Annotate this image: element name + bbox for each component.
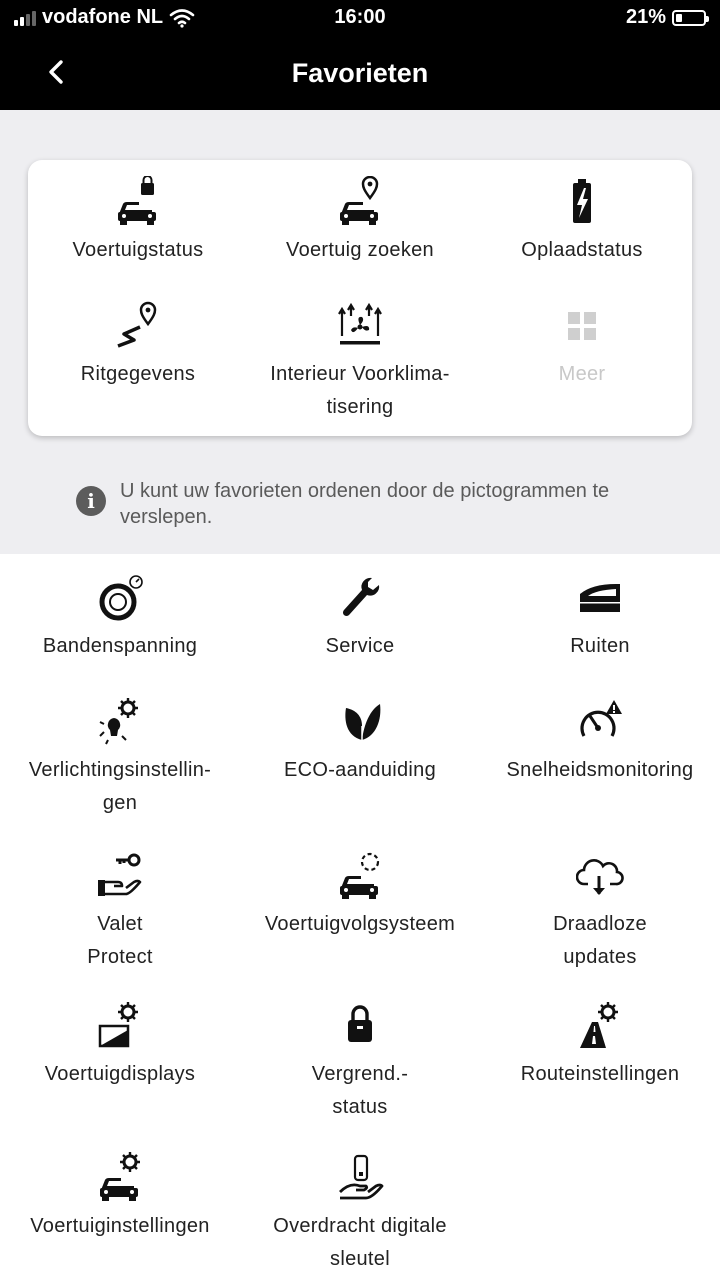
favorite-label: Voertuig zoeken <box>286 239 434 261</box>
tire-pressure-icon <box>99 575 143 621</box>
car-settings-icon <box>100 1152 140 1201</box>
favorite-label: Oplaadstatus <box>521 239 643 261</box>
battery-icon <box>672 9 709 26</box>
function-label: Voertuigdisplays <box>44 1063 196 1085</box>
function-speed-monitoring[interactable]: Snelheidsmonitoring <box>490 696 710 787</box>
function-label: Overdracht digitale sleutel <box>273 1215 447 1270</box>
function-digital-key-transfer[interactable]: Overdracht digitale sleutel <box>250 1152 470 1276</box>
light-settings-icon <box>99 698 138 745</box>
car-lock-icon <box>118 176 156 225</box>
function-label: Snelheidsmonitoring <box>506 759 694 781</box>
clock: 16:00 <box>334 6 386 28</box>
route-pin-icon <box>117 301 157 348</box>
info-text: U kunt uw favorieten ordenen door de pic… <box>120 480 610 528</box>
favorite-trip-data[interactable]: Ritgegevens <box>28 300 248 391</box>
cloud-download-icon <box>576 859 624 895</box>
favorite-label: Voertuigstatus <box>72 239 204 261</box>
hand-key-icon <box>98 853 142 896</box>
favorite-label: Meer <box>558 363 606 385</box>
function-label: Bandenspanning <box>42 635 198 657</box>
favorite-more[interactable]: Meer <box>472 300 692 391</box>
favorites-section: Voertuigstatus Voertuig zoeken Oplaadsta… <box>0 110 720 554</box>
hand-phone-icon <box>339 1154 384 1200</box>
info-icon: i <box>76 486 106 516</box>
battery-charge-icon <box>573 179 591 223</box>
leaf-icon <box>345 704 381 740</box>
function-label: ECO-aanduiding <box>283 759 437 781</box>
favorite-find-vehicle[interactable]: Voertuig zoeken <box>250 176 470 267</box>
function-label: Ruiten <box>570 635 630 657</box>
function-lock-status[interactable]: Vergrend.- status <box>250 1000 470 1124</box>
battery-percentage: 21% <box>625 6 666 28</box>
favorites-card: Voertuigstatus Voertuig zoeken Oplaadsta… <box>28 160 692 436</box>
function-valet-protect[interactable]: Valet Protect <box>10 850 230 974</box>
favorite-label: Ritgegevens <box>80 363 196 385</box>
status-bar: vodafone NL 16:00 21% <box>0 0 720 36</box>
function-tire-pressure[interactable]: Bandenspanning <box>10 572 230 663</box>
car-location-icon <box>340 176 379 225</box>
favorite-charge-status[interactable]: Oplaadstatus <box>472 176 692 267</box>
car-window-icon <box>580 584 620 612</box>
speedometer-warning-icon <box>580 700 622 737</box>
function-eco[interactable]: ECO-aanduiding <box>250 696 470 787</box>
function-label: Vergrend.- status <box>311 1063 409 1118</box>
function-label: Verlichtingsinstellin- gen <box>28 759 212 814</box>
function-wireless-updates[interactable]: Draadloze updates <box>490 850 710 974</box>
favorite-vehicle-status[interactable]: Voertuigstatus <box>28 176 248 267</box>
function-vehicle-displays[interactable]: Voertuigdisplays <box>10 1000 230 1091</box>
function-label: Service <box>325 635 395 657</box>
function-route-settings[interactable]: Routeinstellingen <box>490 1000 710 1091</box>
functions-list: Bandenspanning Service Ruiten Verlichtin… <box>0 554 720 1280</box>
car-tracking-icon <box>340 852 380 899</box>
wrench-icon <box>342 577 380 617</box>
climate-fan-icon <box>338 302 382 345</box>
grid-icon <box>568 312 596 340</box>
favorite-pre-climatisation[interactable]: Interieur Voorklima- tisering <box>250 300 470 424</box>
function-label: Voertuiginstellingen <box>30 1215 210 1237</box>
function-label: Draadloze updates <box>553 913 647 968</box>
page-title: Favorieten <box>291 58 429 88</box>
function-label: Valet Protect <box>87 913 153 968</box>
display-settings-icon <box>98 1002 138 1048</box>
road-settings-icon <box>580 1002 618 1048</box>
function-windows[interactable]: Ruiten <box>490 572 710 663</box>
function-label: Routeinstellingen <box>520 1063 680 1085</box>
favorite-label: Interieur Voorklima- tisering <box>270 363 450 418</box>
function-light-settings[interactable]: Verlichtingsinstellin- gen <box>10 696 230 820</box>
function-label: Voertuigvolgsysteem <box>264 913 456 935</box>
navigation-bar: Favorieten <box>0 36 720 110</box>
function-service[interactable]: Service <box>250 572 470 663</box>
function-vehicle-tracking[interactable]: Voertuigvolgsysteem <box>250 850 470 941</box>
lock-icon <box>348 1005 372 1042</box>
battery-area: 21% <box>625 6 709 29</box>
function-vehicle-settings[interactable]: Voertuiginstellingen <box>10 1152 230 1243</box>
